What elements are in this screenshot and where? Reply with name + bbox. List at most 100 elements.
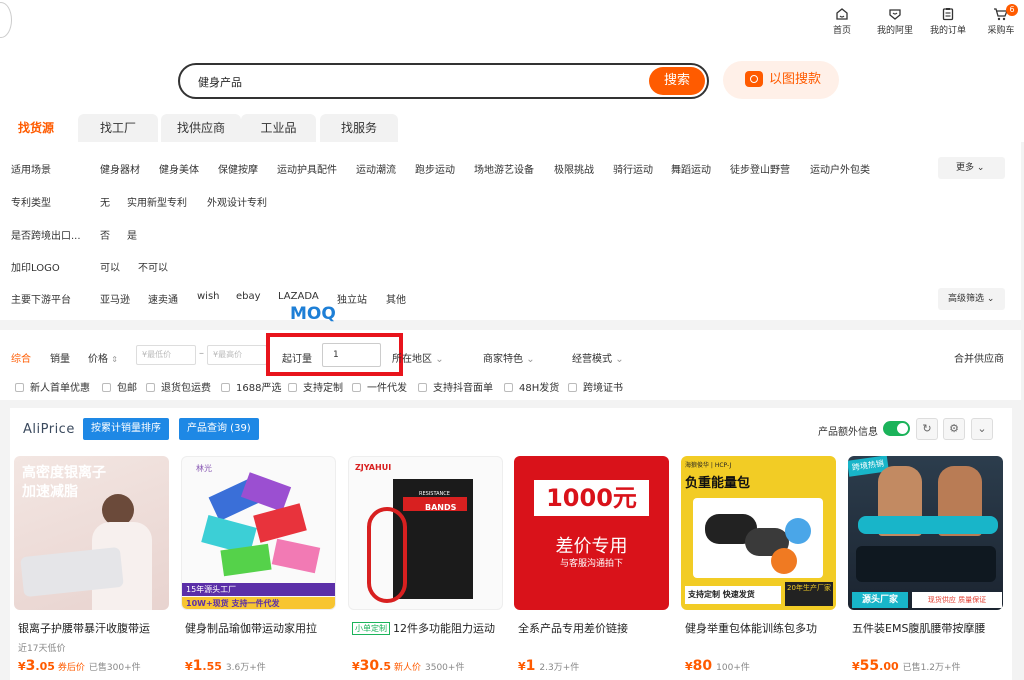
product-image[interactable]: 1000元 差价专用 与客服沟通拍下	[514, 456, 669, 610]
tab-find-factory[interactable]: 找工厂	[78, 114, 158, 142]
search-button[interactable]: 搜索	[649, 67, 705, 95]
tab-find-goods[interactable]: 找货源	[0, 114, 72, 142]
filter-option[interactable]: 运动户外包类	[810, 161, 870, 176]
filter-option[interactable]: 否	[100, 227, 110, 242]
settings-icon[interactable]: ⚙	[943, 418, 965, 440]
tab-find-service[interactable]: 找服务	[320, 114, 398, 142]
sort-price[interactable]: 价格 ⇕	[88, 350, 118, 365]
nav-cart[interactable]: 6 采购车	[975, 4, 1024, 36]
order-list-icon	[942, 8, 954, 21]
product-card[interactable]: 高密度银离子 加速减脂 银离子护腰带暴汗收腹带运 近17天低价 ¥3.05 券后价…	[14, 456, 169, 680]
checkbox-return-freight[interactable]: 退货包运费	[146, 379, 211, 394]
filter-option[interactable]: 是	[127, 227, 137, 242]
search-box[interactable]: 健身产品 搜索	[178, 63, 709, 99]
checkbox-1688-select[interactable]: 1688严选	[221, 379, 281, 394]
aliprice-logo: AliPrice	[23, 422, 75, 437]
filter-option[interactable]: 健身美体	[159, 161, 199, 176]
filter-option[interactable]: wish	[197, 291, 220, 302]
sort-comprehensive[interactable]: 综合	[11, 350, 31, 365]
price-min-input[interactable]: ¥最低价	[136, 345, 196, 365]
extra-info-label: 产品额外信息	[818, 427, 878, 438]
chevron-down-icon: ⌄	[615, 354, 624, 365]
checkbox-48h[interactable]: 48H发货	[504, 379, 559, 394]
filter-option[interactable]: 极限挑战	[554, 161, 594, 176]
product-image[interactable]: 高密度银离子 加速减脂	[14, 456, 169, 610]
user-heart-icon	[889, 9, 901, 20]
filter-option[interactable]: 运动潮流	[356, 161, 396, 176]
product-image[interactable]: 林光 15年源头工厂 10W+现货 支持一件代发	[181, 456, 336, 610]
product-image[interactable]: 跨境热销 源头厂家 现货供应 质量保证	[848, 456, 1003, 610]
filter-label: 主要下游平台	[11, 295, 71, 306]
checkbox-crossborder-cert[interactable]: 跨境证书	[568, 379, 623, 394]
filter-option[interactable]: ebay	[236, 291, 261, 302]
filter-option[interactable]: 速卖通	[148, 291, 178, 306]
checkbox-customization[interactable]: 支持定制	[288, 379, 343, 394]
image-search-button[interactable]: 以图搜款	[723, 61, 839, 99]
filter-option[interactable]: 其他	[386, 291, 406, 306]
product-price: ¥1.55 3.6万+件	[185, 658, 266, 674]
merchant-feature-dropdown[interactable]: 商家特色 ⌄	[483, 350, 535, 365]
refresh-icon[interactable]: ↻	[916, 418, 938, 440]
nav-home[interactable]: 首页	[816, 7, 868, 36]
sort-sales[interactable]: 销量	[50, 350, 70, 365]
chevron-down-icon: ⌄	[986, 294, 995, 304]
filter-option[interactable]: 无	[100, 194, 110, 209]
filter-option[interactable]: 健身器材	[100, 161, 140, 176]
product-card[interactable]: 林光 15年源头工厂 10W+现货 支持一件代发 健身制品瑜伽带运动家用拉 ¥1…	[181, 456, 336, 680]
filter-row-logo: 加印LOGO 可以 不可以	[0, 256, 1020, 276]
product-card[interactable]: ZJYAHUI RESISTANCE BANDS 小单定制 12件多功能阻力运动 …	[348, 456, 503, 680]
product-query-button[interactable]: 产品查询 (39)	[179, 418, 259, 440]
filter-option[interactable]: LAZADA	[278, 291, 319, 302]
product-image[interactable]: 海狼俊华 | HCP-J 负重能量包 支持定制 快速发货 20年生产厂家	[681, 456, 836, 610]
nav-my-ali[interactable]: 我的阿里	[869, 7, 921, 36]
search-input[interactable]: 健身产品	[198, 74, 242, 90]
product-title[interactable]: 五件装EMS腹肌腰带按摩腰	[852, 620, 1004, 636]
product-title[interactable]: 全系产品专用差价链接	[518, 620, 670, 636]
filter-option[interactable]: 骑行运动	[613, 161, 653, 176]
product-card[interactable]: 1000元 差价专用 与客服沟通拍下 全系产品专用差价链接 ¥1 2.3万+件	[514, 456, 669, 680]
product-title[interactable]: 健身制品瑜伽带运动家用拉	[185, 620, 337, 636]
collapse-chevron-icon[interactable]: ⌄	[971, 418, 993, 440]
checkbox-douyin[interactable]: 支持抖音面单	[418, 379, 493, 394]
filter-option[interactable]: 外观设计专利	[207, 194, 267, 209]
product-title[interactable]: 健身举重包体能训练包多功	[685, 620, 837, 636]
results-panel: AliPrice 按累计销量排序 产品查询 (39) 产品额外信息 ↻ ⚙ ⌄ …	[10, 408, 1012, 680]
merge-supplier-toggle[interactable]: 合并供应商	[954, 350, 1004, 365]
checkbox-free-shipping[interactable]: 包邮	[102, 379, 137, 394]
product-card[interactable]: 跨境热销 源头厂家 现货供应 质量保证 五件装EMS腹肌腰带按摩腰 ¥55.00…	[848, 456, 1003, 680]
business-mode-dropdown[interactable]: 经营模式 ⌄	[572, 350, 624, 365]
filter-option[interactable]: 舞蹈运动	[671, 161, 711, 176]
extra-info-toggle[interactable]	[883, 421, 910, 436]
product-image[interactable]: ZJYAHUI RESISTANCE BANDS	[348, 456, 503, 610]
price-max-input[interactable]: ¥最高价	[207, 345, 267, 365]
tab-industrial[interactable]: 工业品	[241, 114, 316, 142]
filter-option[interactable]: 不可以	[138, 259, 168, 274]
product-title[interactable]: 银离子护腰带暴汗收腹带运	[18, 620, 170, 636]
filter-option[interactable]: 实用新型专利	[127, 194, 187, 209]
nav-my-orders[interactable]: 我的订单	[922, 7, 974, 36]
price-range-dash: –	[199, 348, 204, 359]
checkbox-new-user[interactable]: 新人首单优惠	[15, 379, 90, 394]
filter-option[interactable]: 徒步登山野营	[730, 161, 790, 176]
region-dropdown[interactable]: 所在地区 ⌄	[392, 350, 444, 365]
filter-option[interactable]: 亚马逊	[100, 291, 130, 306]
filter-option[interactable]: 保健按摩	[218, 161, 258, 176]
advanced-filter-button[interactable]: 高级筛选 ⌄	[938, 288, 1005, 310]
filter-option[interactable]: 跑步运动	[415, 161, 455, 176]
product-card[interactable]: 海狼俊华 | HCP-J 负重能量包 支持定制 快速发货 20年生产厂家 健身举…	[681, 456, 836, 680]
filter-label: 加印LOGO	[11, 263, 60, 274]
side-handle[interactable]	[0, 2, 12, 38]
filter-option[interactable]: 场地游艺设备	[474, 161, 534, 176]
filter-option[interactable]: 独立站	[337, 291, 367, 306]
checkbox-dropship[interactable]: 一件代发	[352, 379, 407, 394]
filter-option[interactable]: 运动护具配件	[277, 161, 337, 176]
filter-row-scene: 适用场景 健身器材 健身美体 保健按摩 运动护具配件 运动潮流 跑步运动 场地游…	[0, 158, 1020, 178]
more-button[interactable]: 更多 ⌄	[938, 157, 1005, 179]
filter-option[interactable]: 可以	[100, 259, 120, 274]
filter-label: 专利类型	[11, 198, 51, 209]
tab-find-supplier[interactable]: 找供应商	[161, 114, 241, 142]
sort-by-sales-button[interactable]: 按累计销量排序	[83, 418, 169, 440]
filter-label: 适用场景	[11, 165, 51, 176]
product-title[interactable]: 小单定制 12件多功能阻力运动	[352, 620, 504, 636]
filter-row-platform: 主要下游平台 亚马逊 速卖通 wish ebay LAZADA 独立站 其他	[0, 288, 1020, 308]
